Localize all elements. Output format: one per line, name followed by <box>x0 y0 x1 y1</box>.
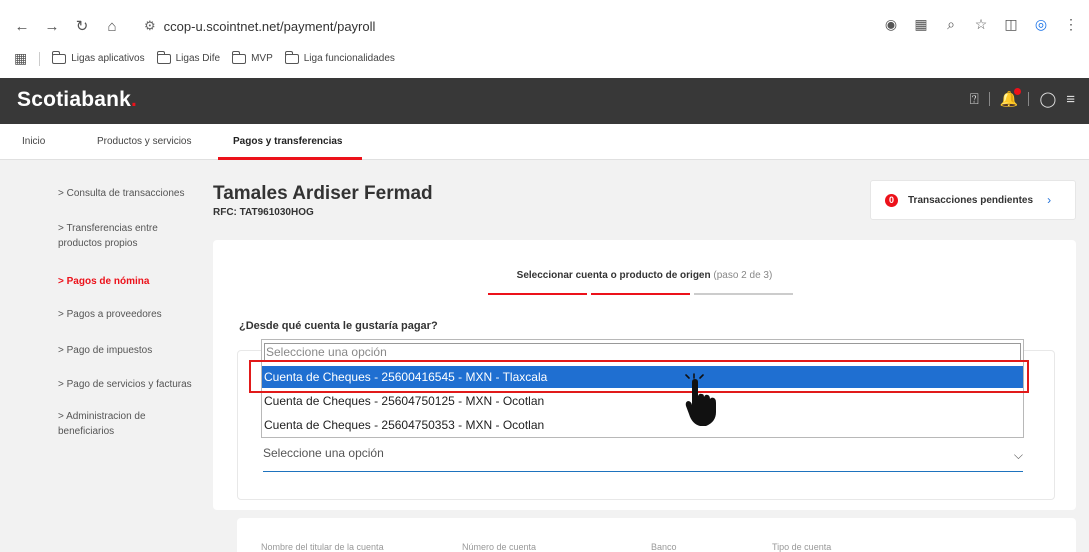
account-select-value: Seleccione una opción <box>263 446 384 460</box>
folder-icon <box>232 50 247 64</box>
tab-inicio[interactable]: Inicio <box>22 136 45 147</box>
account-select[interactable]: Seleccione una opción ⌵ <box>263 446 1023 472</box>
step-indicator: (paso 2 de 3) <box>713 270 773 281</box>
bookmark-label: Ligas Dife <box>175 53 221 64</box>
header-divider <box>988 92 990 106</box>
active-tab-indicator <box>218 157 362 160</box>
accounts-list-card: Nombre del titular de la cuenta Número d… <box>237 518 1076 552</box>
header-actions: ⍰ 🔔 ◯ ≡ <box>970 88 1075 108</box>
address-bar[interactable]: ⚙ ccop-u.scointnet.net/payment/payroll <box>144 17 375 35</box>
hand-pointer-icon <box>685 373 716 426</box>
user-icon[interactable]: ◯ <box>1039 90 1056 108</box>
home-icon[interactable]: ⌂ <box>104 18 120 35</box>
sidebar-item-consulta[interactable]: > Consulta de transacciones <box>58 186 208 201</box>
chevron-right-icon: › <box>1047 193 1052 207</box>
column-header-titular: Nombre del titular de la cuenta <box>261 542 384 552</box>
sidebar-item-servicios[interactable]: > Pago de servicios y facturas <box>58 377 208 392</box>
column-header-banco: Banco <box>651 542 677 552</box>
folder-icon <box>52 50 67 64</box>
logo-dot: . <box>131 88 138 111</box>
dropdown-option-ocotlan-1[interactable]: Cuenta de Cheques - 25604750125 - MXN - … <box>262 390 1023 412</box>
folder-icon <box>284 50 299 64</box>
bookmark-liga-funcionalidades[interactable]: Liga funcionalidades <box>284 50 395 64</box>
bookmark-label: Ligas aplicativos <box>71 53 145 64</box>
progress-step-1 <box>488 293 587 295</box>
browser-chrome: ← → ↻ ⌂ ⚙ ccop-u.scointnet.net/payment/p… <box>0 0 1089 78</box>
client-name: Tamales Ardiser Fermad <box>213 183 433 204</box>
header-divider <box>1028 92 1030 106</box>
notification-badge <box>1014 88 1022 95</box>
reload-icon[interactable]: ↻ <box>74 17 90 35</box>
bookmarks-divider <box>39 51 41 66</box>
pending-count-badge: 0 <box>885 193 898 207</box>
sidebar-item-beneficiarios[interactable]: > Administracion de beneficiarios <box>58 409 168 439</box>
help-icon[interactable]: ⍰ <box>970 91 979 108</box>
progress-step-3 <box>694 293 793 295</box>
dropdown-option-ocotlan-2[interactable]: Cuenta de Cheques - 25604750353 - MXN - … <box>262 414 1023 436</box>
step-title: Seleccionar cuenta o producto de origen … <box>213 270 1076 281</box>
selection-highlight-box <box>249 360 1029 393</box>
sidebar-item-impuestos[interactable]: > Pago de impuestos <box>58 343 208 358</box>
bookmarks-bar: ▦ Ligas aplicativos Ligas Dife MVP Liga … <box>14 50 395 67</box>
bookmark-label: MVP <box>251 53 273 64</box>
app-header: Scotiabank. ⍰ 🔔 ◯ ≡ <box>0 78 1089 124</box>
menu-kebab-icon[interactable]: ⋮ <box>1063 16 1079 33</box>
scotiabank-logo[interactable]: Scotiabank. <box>17 88 137 112</box>
site-info-icon[interactable]: ⚙ <box>144 18 156 34</box>
browser-nav: ← → ↻ ⌂ <box>14 17 120 36</box>
column-header-numero: Número de cuenta <box>462 542 537 552</box>
extensions-icon[interactable]: ◫ <box>1003 16 1019 33</box>
notifications-bell-icon[interactable]: 🔔 <box>1000 88 1022 108</box>
translate-icon[interactable]: ▦ <box>913 16 929 33</box>
client-rfc: RFC: TAT961030HOG <box>213 207 314 218</box>
hamburger-menu-icon[interactable]: ≡ <box>1066 91 1075 108</box>
account-question: ¿Desde qué cuenta le gustaría pagar? <box>239 320 438 332</box>
pending-label: Transacciones pendientes <box>908 194 1034 206</box>
sidebar-item-proveedores[interactable]: > Pagos a proveedores <box>58 307 208 322</box>
tab-productos-servicios[interactable]: Productos y servicios <box>97 136 191 147</box>
zoom-icon[interactable]: ⌕ <box>943 16 959 33</box>
bookmark-ligas-aplicativos[interactable]: Ligas aplicativos <box>52 50 145 64</box>
column-header-tipo: Tipo de cuenta <box>772 542 832 552</box>
bookmark-label: Liga funcionalidades <box>303 53 395 64</box>
bookmark-mvp[interactable]: MVP <box>232 50 273 64</box>
chevron-down-icon: ⌵ <box>1013 448 1023 462</box>
top-navigation: Inicio Productos y servicios Pagos y tra… <box>0 124 1089 160</box>
sidebar-item-pagos-nomina[interactable]: > Pagos de nómina <box>58 274 208 289</box>
apps-grid-icon[interactable]: ▦ <box>14 50 27 67</box>
bookmark-ligas-dife[interactable]: Ligas Dife <box>156 50 221 64</box>
profile-icon[interactable]: ◎ <box>1033 16 1049 33</box>
back-icon[interactable]: ← <box>14 18 30 35</box>
progress-step-2 <box>591 293 690 295</box>
forward-icon[interactable]: → <box>44 18 60 35</box>
folder-icon <box>156 50 171 64</box>
sidebar-item-transferencias[interactable]: > Transferencias entre productos propios <box>58 221 178 251</box>
location-icon[interactable]: ◉ <box>883 16 899 33</box>
tab-pagos-transferencias[interactable]: Pagos y transferencias <box>233 136 343 147</box>
browser-actions: ◉ ▦ ⌕ ☆ ◫ ◎ ⋮ <box>883 16 1079 33</box>
pending-transactions-button[interactable]: 0 Transacciones pendientes › <box>870 180 1076 220</box>
dropdown-placeholder-option[interactable]: Seleccione una opción <box>264 343 1021 361</box>
step-title-text: Seleccionar cuenta o producto de origen <box>516 270 711 281</box>
logo-text: Scotiabank <box>17 88 132 111</box>
bookmark-star-icon[interactable]: ☆ <box>973 16 989 33</box>
url-text[interactable]: ccop-u.scointnet.net/payment/payroll <box>164 19 376 34</box>
